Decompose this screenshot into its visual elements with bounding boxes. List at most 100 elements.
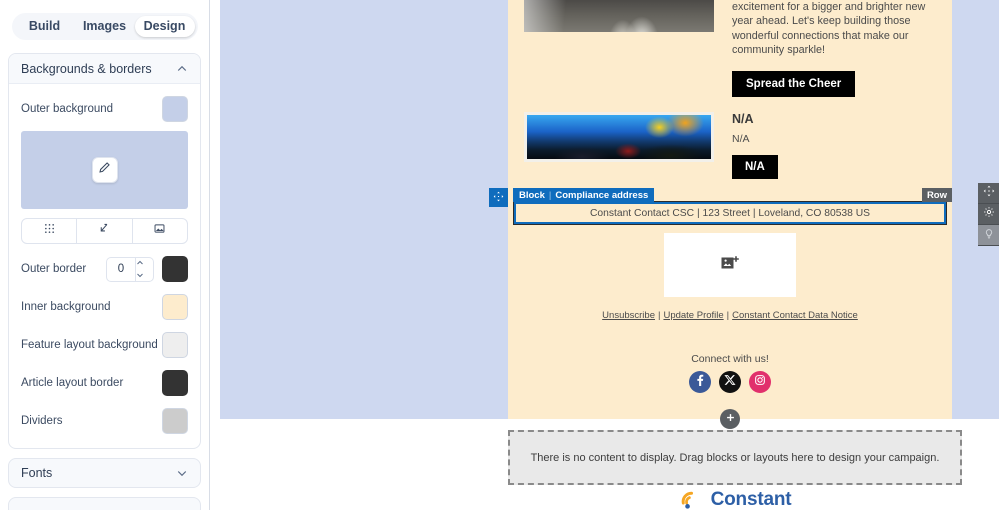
backgrounds-borders-title: Backgrounds & borders: [21, 61, 152, 76]
tab-design[interactable]: Design: [134, 16, 195, 37]
forest-painting-image[interactable]: [524, 112, 714, 162]
design-panel: Build Images Design Backgrounds & border…: [0, 0, 210, 510]
article-two-text-cell[interactable]: N/A N/A N/A: [714, 112, 936, 179]
row-tag: Row: [921, 188, 952, 202]
feature-layout-background-row: Feature layout background: [21, 332, 188, 358]
backgrounds-borders-section: Backgrounds & borders Outer background O…: [8, 53, 201, 449]
block-move-handle[interactable]: [489, 188, 508, 207]
article-two-body: N/A: [732, 133, 750, 145]
fonts-section-title: Fonts: [21, 466, 53, 480]
chevron-up-icon: [176, 63, 188, 75]
constant-contact-logo: Constant: [508, 489, 962, 510]
social-icons-group: [508, 371, 952, 393]
article-row-one: excitement for a bigger and brighter new…: [508, 0, 952, 97]
stepper-down-button[interactable]: [136, 270, 153, 281]
tab-build[interactable]: Build: [15, 16, 75, 37]
road-photo-image[interactable]: [524, 0, 714, 32]
backgrounds-borders-header[interactable]: Backgrounds & borders: [9, 54, 200, 84]
dividers-row: Dividers: [21, 408, 188, 434]
instagram-button[interactable]: [749, 371, 771, 393]
footer-separator-2: |: [726, 310, 730, 321]
instagram-icon: [754, 373, 766, 391]
data-notice-link[interactable]: Constant Contact Data Notice: [732, 310, 858, 321]
footer-links: Unsubscribe | Update Profile | Constant Cont…: [508, 310, 952, 321]
inner-background-row: Inner background: [21, 294, 188, 320]
move-arrows-icon: [493, 189, 504, 207]
panel-tab-group: Build Images Design: [11, 13, 198, 40]
facebook-button[interactable]: [689, 371, 711, 393]
update-profile-link[interactable]: Update Profile: [663, 310, 723, 321]
background-mode-buttons: [21, 218, 188, 244]
row-move-tool[interactable]: [978, 183, 999, 204]
image-button[interactable]: [133, 219, 187, 243]
facebook-icon: [694, 373, 706, 391]
resize-diagonal-icon: [98, 222, 111, 240]
plus-icon: [725, 410, 736, 428]
outer-background-label: Outer background: [21, 103, 114, 115]
row-ideas-tool: [978, 225, 999, 246]
image-placeholder-block[interactable]: [664, 233, 796, 297]
edit-background-button[interactable]: [91, 157, 118, 183]
outer-background-preview[interactable]: [21, 131, 188, 209]
dividers-swatch[interactable]: [162, 408, 188, 434]
article-one-text-cell[interactable]: excitement for a bigger and brighter new…: [714, 0, 936, 97]
pattern-button[interactable]: [22, 219, 78, 243]
row-settings-tool[interactable]: [978, 204, 999, 225]
gear-icon: [983, 205, 995, 223]
dividers-label: Dividers: [21, 415, 63, 427]
stepper-up-button[interactable]: [136, 258, 153, 270]
constant-contact-wordmark: Constant: [710, 489, 792, 510]
compliance-address-block[interactable]: Block | Compliance address Row Constant …: [489, 188, 952, 225]
next-section-header[interactable]: [8, 497, 201, 510]
block-type-tag: Block | Compliance address: [513, 188, 655, 202]
article-one-body: excitement for a bigger and brighter new…: [732, 1, 926, 56]
x-twitter-button[interactable]: [719, 371, 741, 393]
constant-contact-mark-icon: [679, 490, 705, 510]
move-arrows-icon: [983, 184, 995, 202]
add-image-icon: [720, 253, 740, 278]
article-two-cta-button[interactable]: N/A: [732, 155, 778, 179]
compliance-address-text[interactable]: Constant Contact CSC | 123 Street | Love…: [513, 201, 947, 225]
email-inner-body: excitement for a bigger and brighter new…: [489, 0, 952, 429]
fonts-section-header[interactable]: Fonts: [8, 458, 201, 488]
footer-separator-1: |: [657, 310, 661, 321]
resize-button[interactable]: [77, 219, 133, 243]
backgrounds-borders-body: Outer background Outer border 0 Inner ba…: [9, 84, 200, 448]
grid-pattern-icon: [43, 222, 56, 240]
lightbulb-icon: [983, 226, 995, 244]
tab-images[interactable]: Images: [75, 16, 135, 37]
outer-background-swatch[interactable]: [162, 96, 188, 122]
image-icon: [153, 222, 166, 240]
add-block-button[interactable]: [720, 409, 740, 429]
block-tag-separator: |: [548, 189, 552, 201]
inner-background-swatch[interactable]: [162, 294, 188, 320]
inner-background-label: Inner background: [21, 301, 111, 313]
article-one-image-cell[interactable]: [524, 0, 714, 97]
outer-background-row: Outer background: [21, 96, 188, 122]
block-tag-prefix: Block: [519, 189, 545, 201]
outer-border-stepper[interactable]: 0: [106, 256, 154, 282]
article-layout-border-label: Article layout border: [21, 377, 124, 389]
chevron-down-icon: [176, 467, 188, 479]
outer-border-value: 0: [117, 263, 125, 275]
article-two-heading: N/A: [732, 112, 754, 126]
feature-layout-background-swatch[interactable]: [162, 332, 188, 358]
x-twitter-icon: [724, 373, 736, 391]
outer-border-row: Outer border 0: [21, 256, 188, 282]
article-layout-border-swatch[interactable]: [162, 370, 188, 396]
outer-border-swatch[interactable]: [162, 256, 188, 282]
outer-border-label: Outer border: [21, 263, 87, 275]
empty-drop-zone[interactable]: There is no content to display. Drag blo…: [508, 430, 962, 485]
article-row-two: N/A N/A N/A: [508, 112, 952, 179]
row-tools: [978, 183, 999, 246]
pencil-icon: [98, 161, 111, 179]
article-two-image-cell[interactable]: [524, 112, 714, 179]
feature-layout-background-label: Feature layout background: [21, 339, 158, 351]
empty-drop-message: There is no content to display. Drag blo…: [530, 451, 940, 464]
unsubscribe-link[interactable]: Unsubscribe: [602, 310, 655, 321]
spread-the-cheer-button[interactable]: Spread the Cheer: [732, 71, 856, 97]
email-canvas: excitement for a bigger and brighter new…: [210, 0, 999, 510]
article-layout-border-row: Article layout border: [21, 370, 188, 396]
block-tag-name: Compliance address: [555, 189, 649, 201]
outer-border-arrows: [135, 257, 153, 281]
